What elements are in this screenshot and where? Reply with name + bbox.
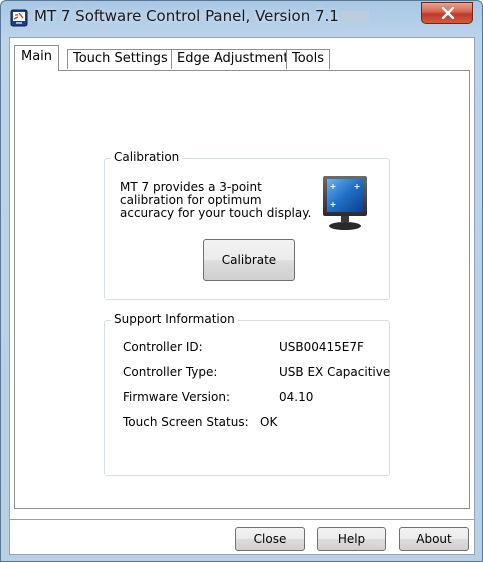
firmware-version-label: Firmware Version: (123, 390, 230, 404)
tab-touch-settings[interactable]: Touch Settings (67, 49, 174, 69)
calibration-description: MT 7 provides a 3-point calibration for … (120, 180, 312, 220)
firmware-version-row: Firmware Version: 04.10 (123, 390, 313, 404)
window-title: MT 7 Software Control Panel, Version 7.1 (34, 7, 369, 25)
tab-edge-adjustment[interactable]: Edge Adjustment (171, 49, 295, 69)
touch-screen-status-label: Touch Screen Status: (123, 415, 249, 429)
footer-separator (10, 519, 474, 520)
controller-type-label: Controller Type: (123, 365, 218, 379)
controller-type-row: Controller Type: USB EX Capacitive (123, 365, 390, 379)
title-bar[interactable]: MT 7 Software Control Panel, Version 7.1 (1, 1, 482, 37)
calibration-group-title: Calibration (111, 150, 183, 164)
close-button[interactable]: Close (235, 527, 305, 551)
controller-type-value: USB EX Capacitive (279, 365, 391, 379)
calibrate-button[interactable]: Calibrate (203, 239, 295, 281)
support-info-group: Support Information Controller ID: USB00… (104, 312, 390, 476)
touch-screen-status-value: OK (260, 415, 278, 429)
controller-id-value: USB00415E7F (279, 340, 364, 354)
tab-tools[interactable]: Tools (286, 49, 331, 69)
calibration-group: Calibration MT 7 provides a 3-point cali… (104, 150, 390, 300)
tab-tools-label: Tools (292, 51, 325, 66)
window-close-button[interactable] (421, 2, 473, 24)
tab-main-label: Main (21, 49, 53, 64)
tab-edge-adjustment-label: Edge Adjustment (177, 51, 289, 66)
firmware-version-value: 04.10 (279, 390, 314, 404)
main-tab-panel: Calibration MT 7 provides a 3-point cali… (14, 70, 470, 509)
help-button[interactable]: Help (317, 527, 386, 551)
tab-main[interactable]: Main (14, 45, 60, 71)
app-icon[interactable] (10, 9, 28, 27)
controller-id-label: Controller ID: (123, 340, 203, 354)
title-blur (340, 10, 369, 23)
window-title-text: MT 7 Software Control Panel, Version 7.1 (34, 7, 339, 25)
support-info-group-title: Support Information (111, 312, 238, 326)
about-button[interactable]: About (399, 527, 469, 551)
monitor-icon (321, 174, 369, 236)
client-area: Main Touch Settings Edge Adjustment Tool… (9, 37, 475, 555)
tab-touch-settings-label: Touch Settings (73, 51, 168, 66)
touch-screen-status-row: Touch Screen Status: OK (123, 415, 277, 429)
app-window: MT 7 Software Control Panel, Version 7.1… (0, 0, 483, 562)
close-icon (441, 7, 455, 19)
controller-id-row: Controller ID: USB00415E7F (123, 340, 364, 354)
